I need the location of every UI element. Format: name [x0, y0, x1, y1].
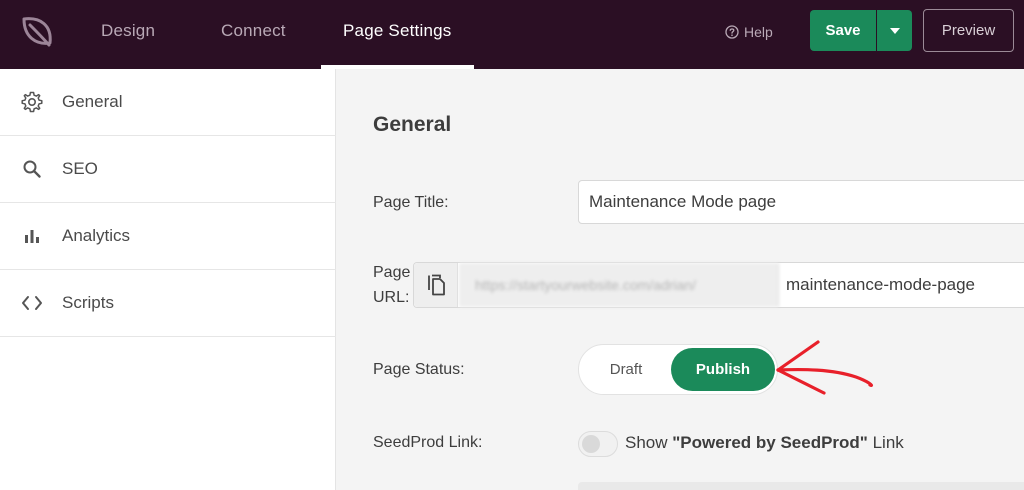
- top-bar: Design Connect Page Settings Help Save P…: [0, 0, 1024, 69]
- copy-icon: [427, 274, 445, 296]
- status-publish-option[interactable]: Publish: [671, 348, 775, 391]
- seedprod-link-label: SeedProd Link:: [373, 434, 483, 451]
- toggle-knob: [582, 435, 600, 453]
- sidebar-item-general[interactable]: General: [0, 69, 336, 136]
- seedprod-leaf-icon[interactable]: [18, 13, 56, 51]
- seedprod-text-before: Show: [625, 433, 673, 452]
- gear-icon: [21, 91, 43, 113]
- page-title-label: Page Title:: [373, 194, 449, 211]
- search-icon: [21, 158, 43, 180]
- bar-chart-icon: [21, 225, 43, 247]
- url-slug-input[interactable]: maintenance-mode-page: [786, 263, 975, 307]
- help-label: Help: [744, 24, 773, 40]
- help-link[interactable]: Help: [725, 22, 773, 42]
- sidebar-item-analytics[interactable]: Analytics: [0, 203, 336, 270]
- page-status-label: Page Status:: [373, 361, 465, 378]
- sidebar-item-label: SEO: [62, 159, 98, 178]
- section-title: General: [373, 113, 452, 136]
- sidebar-item-seo[interactable]: SEO: [0, 136, 336, 203]
- page-url-field: https://startyourwebsite.com/adrian/ mai…: [413, 262, 1024, 308]
- annotation-arrow: [776, 340, 874, 395]
- seedprod-text-bold: "Powered by SeedProd": [672, 433, 868, 452]
- tab-page-settings[interactable]: Page Settings: [343, 0, 451, 69]
- seedprod-text-after: Link: [867, 433, 904, 452]
- seedprod-link-description: Show "Powered by SeedProd" Link: [625, 431, 904, 455]
- copy-url-button[interactable]: [414, 263, 458, 307]
- tab-connect[interactable]: Connect: [221, 0, 286, 69]
- question-circle-icon: [725, 25, 739, 39]
- page-status-toggle: Draft Publish: [578, 344, 778, 395]
- save-options-dropdown[interactable]: [877, 10, 912, 51]
- save-button[interactable]: Save: [810, 10, 876, 51]
- status-draft-option[interactable]: Draft: [580, 345, 672, 394]
- page-url-label-line2: URL:: [373, 289, 410, 306]
- settings-sidebar: General SEO Analytics Scripts: [0, 69, 336, 490]
- url-base-text: https://startyourwebsite.com/adrian/: [459, 263, 779, 307]
- sidebar-item-label: Scripts: [62, 293, 114, 312]
- seedprod-link-toggle[interactable]: [578, 431, 618, 457]
- preview-button[interactable]: Preview: [923, 9, 1014, 52]
- page-url-label-line1: Page: [373, 264, 411, 281]
- sidebar-item-label: General: [62, 92, 123, 111]
- sidebar-item-label: Analytics: [62, 226, 131, 245]
- tab-design[interactable]: Design: [101, 0, 155, 69]
- page-title-input[interactable]: Maintenance Mode page: [578, 180, 1024, 224]
- sidebar-item-scripts[interactable]: Scripts: [0, 270, 336, 337]
- code-icon: [21, 292, 43, 314]
- next-field-partial: [578, 482, 1024, 490]
- caret-down-icon: [889, 27, 900, 34]
